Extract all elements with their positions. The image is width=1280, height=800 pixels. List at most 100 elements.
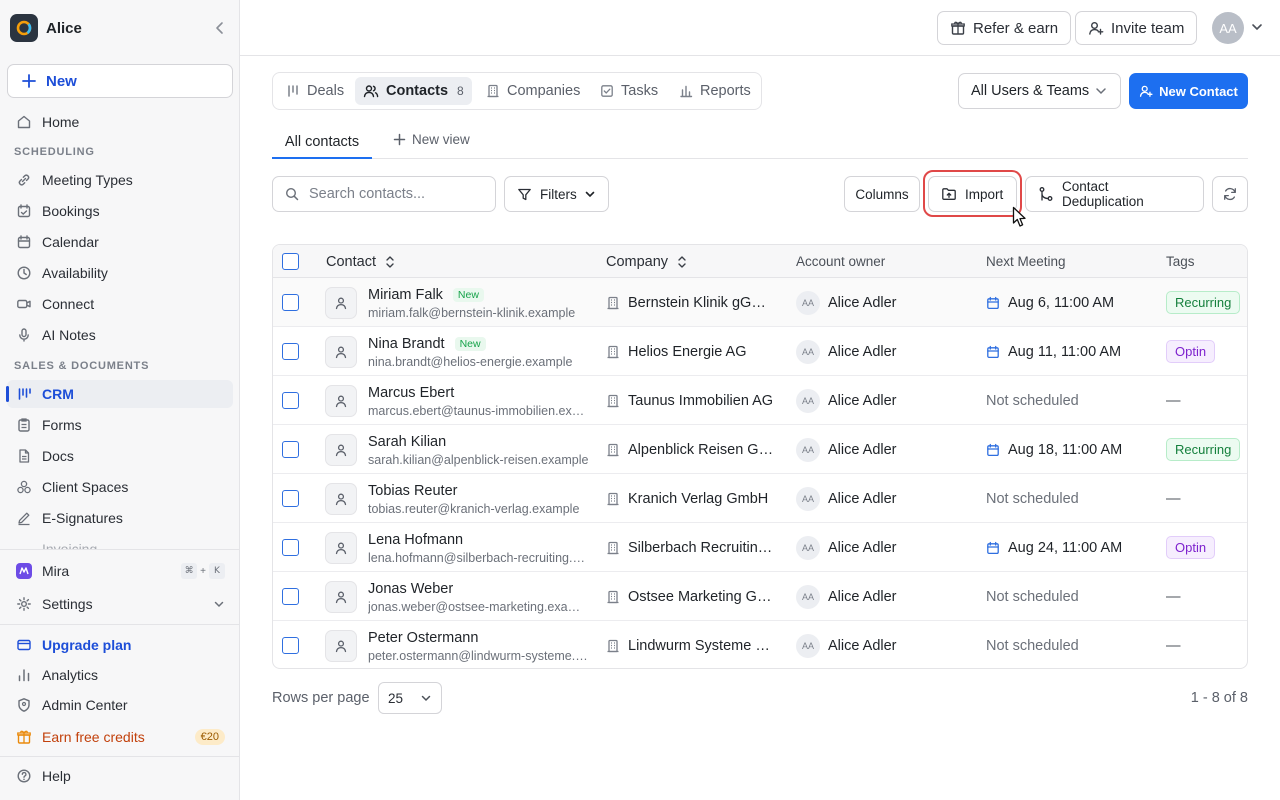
- contact-name[interactable]: Marcus Ebert: [368, 385, 454, 401]
- row-checkbox[interactable]: [282, 441, 299, 458]
- row-checkbox[interactable]: [282, 539, 299, 556]
- row-checkbox[interactable]: [282, 392, 299, 409]
- new-button[interactable]: New: [7, 64, 233, 98]
- column-header-company[interactable]: Company: [606, 245, 688, 278]
- table-row[interactable]: Lena Hofmann lena.hofmann@silberbach-rec…: [273, 523, 1247, 572]
- sidebar-item-analytics[interactable]: Analytics: [7, 661, 233, 689]
- table-row[interactable]: Marcus Ebert marcus.ebert@taunus-immobil…: [273, 376, 1247, 425]
- table-row[interactable]: Miriam Falk New miriam.falk@bernstein-kl…: [273, 278, 1247, 327]
- table-row[interactable]: Nina Brandt New nina.brandt@helios-energ…: [273, 327, 1247, 376]
- owner-cell[interactable]: AA Alice Adler: [796, 523, 897, 572]
- owner-cell[interactable]: AA Alice Adler: [796, 376, 897, 425]
- next-meeting-cell[interactable]: Aug 18, 11:00 AM: [986, 425, 1122, 474]
- contact-cell[interactable]: Lena Hofmann lena.hofmann@silberbach-rec…: [368, 531, 592, 565]
- sidebar-item-availability[interactable]: Availability: [7, 259, 233, 287]
- owner-cell[interactable]: AA Alice Adler: [796, 278, 897, 327]
- sidebar-item-mira[interactable]: Mira ⌘ + K: [7, 557, 233, 585]
- tab-reports[interactable]: Reports: [671, 77, 759, 105]
- sidebar-item-crm[interactable]: CRM: [6, 380, 233, 408]
- sidebar-item-earn-credits[interactable]: Earn free credits €20: [7, 723, 233, 751]
- select-all-checkbox[interactable]: [282, 245, 299, 278]
- collapse-sidebar-icon[interactable]: [212, 20, 228, 36]
- sidebar-item-home[interactable]: Home: [7, 108, 233, 136]
- contact-cell[interactable]: Marcus Ebert marcus.ebert@taunus-immobil…: [368, 384, 592, 418]
- owner-cell[interactable]: AA Alice Adler: [796, 474, 897, 523]
- contact-name[interactable]: Miriam Falk: [368, 287, 443, 303]
- tab-companies[interactable]: Companies: [478, 77, 588, 105]
- search-input[interactable]: [309, 186, 479, 202]
- refresh-button[interactable]: [1212, 176, 1248, 212]
- contact-name[interactable]: Lena Hofmann: [368, 532, 463, 548]
- contact-cell[interactable]: Tobias Reuter tobias.reuter@kranich-verl…: [368, 482, 592, 516]
- table-row[interactable]: Jonas Weber jonas.weber@ostsee-marketing…: [273, 572, 1247, 621]
- checkbox[interactable]: [282, 253, 299, 270]
- contact-cell[interactable]: Sarah Kilian sarah.kilian@alpenblick-rei…: [368, 433, 592, 467]
- columns-button[interactable]: Columns: [844, 176, 920, 212]
- sidebar-item-docs[interactable]: Docs: [7, 442, 233, 470]
- sidebar-item-client-spaces[interactable]: Client Spaces: [7, 473, 233, 501]
- users-teams-select[interactable]: All Users & Teams: [958, 73, 1121, 109]
- sidebar-item-e-signatures[interactable]: E-Signatures: [7, 504, 233, 532]
- row-checkbox[interactable]: [282, 588, 299, 605]
- table-row[interactable]: Peter Ostermann peter.ostermann@lindwurm…: [273, 621, 1247, 668]
- owner-cell[interactable]: AA Alice Adler: [796, 425, 897, 474]
- company-cell[interactable]: Lindwurm Systeme GmbH: [606, 621, 776, 668]
- contact-cell[interactable]: Miriam Falk New miriam.falk@bernstein-kl…: [368, 286, 592, 320]
- view-tab-all-contacts[interactable]: All contacts: [272, 126, 372, 159]
- owner-cell[interactable]: AA Alice Adler: [796, 327, 897, 376]
- row-checkbox[interactable]: [282, 294, 299, 311]
- owner-cell[interactable]: AA Alice Adler: [796, 621, 897, 668]
- sidebar-item-admin-center[interactable]: Admin Center: [7, 691, 233, 719]
- search-field[interactable]: [272, 176, 496, 212]
- refer-earn-button[interactable]: Refer & earn: [937, 11, 1072, 45]
- contact-name[interactable]: Sarah Kilian: [368, 434, 446, 450]
- next-meeting-cell[interactable]: Aug 6, 11:00 AM: [986, 278, 1114, 327]
- rows-per-page-select[interactable]: 25: [378, 682, 442, 714]
- next-meeting-cell[interactable]: Aug 11, 11:00 AM: [986, 327, 1121, 376]
- contact-cell[interactable]: Jonas Weber jonas.weber@ostsee-marketing…: [368, 580, 592, 614]
- contact-deduplication-button[interactable]: Contact Deduplication: [1025, 176, 1204, 212]
- filters-button[interactable]: Filters: [504, 176, 609, 212]
- contact-name[interactable]: Nina Brandt: [368, 336, 445, 352]
- sidebar-item-meeting-types[interactable]: Meeting Types: [7, 166, 233, 194]
- table-row[interactable]: Sarah Kilian sarah.kilian@alpenblick-rei…: [273, 425, 1247, 474]
- tag-badge[interactable]: Optin: [1166, 340, 1216, 363]
- next-meeting-cell[interactable]: Aug 24, 11:00 AM: [986, 523, 1122, 572]
- sidebar-item-help[interactable]: Help: [7, 762, 233, 790]
- row-checkbox[interactable]: [282, 490, 299, 507]
- row-checkbox[interactable]: [282, 637, 299, 654]
- contact-name[interactable]: Tobias Reuter: [368, 483, 457, 499]
- column-header-contact[interactable]: Contact: [326, 245, 396, 278]
- company-cell[interactable]: Taunus Immobilien AG: [606, 376, 776, 425]
- sidebar-item-forms[interactable]: Forms: [7, 411, 233, 439]
- new-view-button[interactable]: New view: [393, 132, 470, 147]
- contact-name[interactable]: Peter Ostermann: [368, 630, 478, 646]
- tab-deals[interactable]: Deals: [278, 77, 352, 105]
- company-cell[interactable]: Kranich Verlag GmbH: [606, 474, 776, 523]
- tab-tasks[interactable]: Tasks: [592, 77, 666, 105]
- company-cell[interactable]: Bernstein Klinik gGmbH: [606, 278, 776, 327]
- new-contact-button[interactable]: New Contact: [1129, 73, 1248, 109]
- tag-badge[interactable]: Optin: [1166, 536, 1216, 559]
- contact-cell[interactable]: Nina Brandt New nina.brandt@helios-energ…: [368, 335, 592, 369]
- user-avatar[interactable]: AA: [1212, 12, 1244, 44]
- company-cell[interactable]: Helios Energie AG: [606, 327, 776, 376]
- company-cell[interactable]: Alpenblick Reisen GmbH: [606, 425, 776, 474]
- company-cell[interactable]: Ostsee Marketing GmbH: [606, 572, 776, 621]
- sort-icon[interactable]: [384, 255, 396, 269]
- tag-badge[interactable]: Recurring: [1166, 438, 1241, 461]
- contact-name[interactable]: Jonas Weber: [368, 581, 453, 597]
- sidebar-item-settings[interactable]: Settings: [7, 590, 233, 618]
- tab-contacts[interactable]: Contacts 8: [355, 77, 472, 105]
- company-cell[interactable]: Silberbach Recruiting GmbH: [606, 523, 776, 572]
- owner-cell[interactable]: AA Alice Adler: [796, 572, 897, 621]
- org-switcher[interactable]: Alice: [10, 13, 230, 43]
- invite-team-button[interactable]: Invite team: [1075, 11, 1198, 45]
- chevron-down-icon[interactable]: [1250, 20, 1264, 34]
- sidebar-item-upgrade-plan[interactable]: Upgrade plan: [7, 631, 233, 659]
- row-checkbox[interactable]: [282, 343, 299, 360]
- contact-cell[interactable]: Peter Ostermann peter.ostermann@lindwurm…: [368, 629, 592, 663]
- sidebar-item-calendar[interactable]: Calendar: [7, 228, 233, 256]
- sidebar-item-ai-notes[interactable]: AI Notes: [7, 321, 233, 349]
- sidebar-item-bookings[interactable]: Bookings: [7, 197, 233, 225]
